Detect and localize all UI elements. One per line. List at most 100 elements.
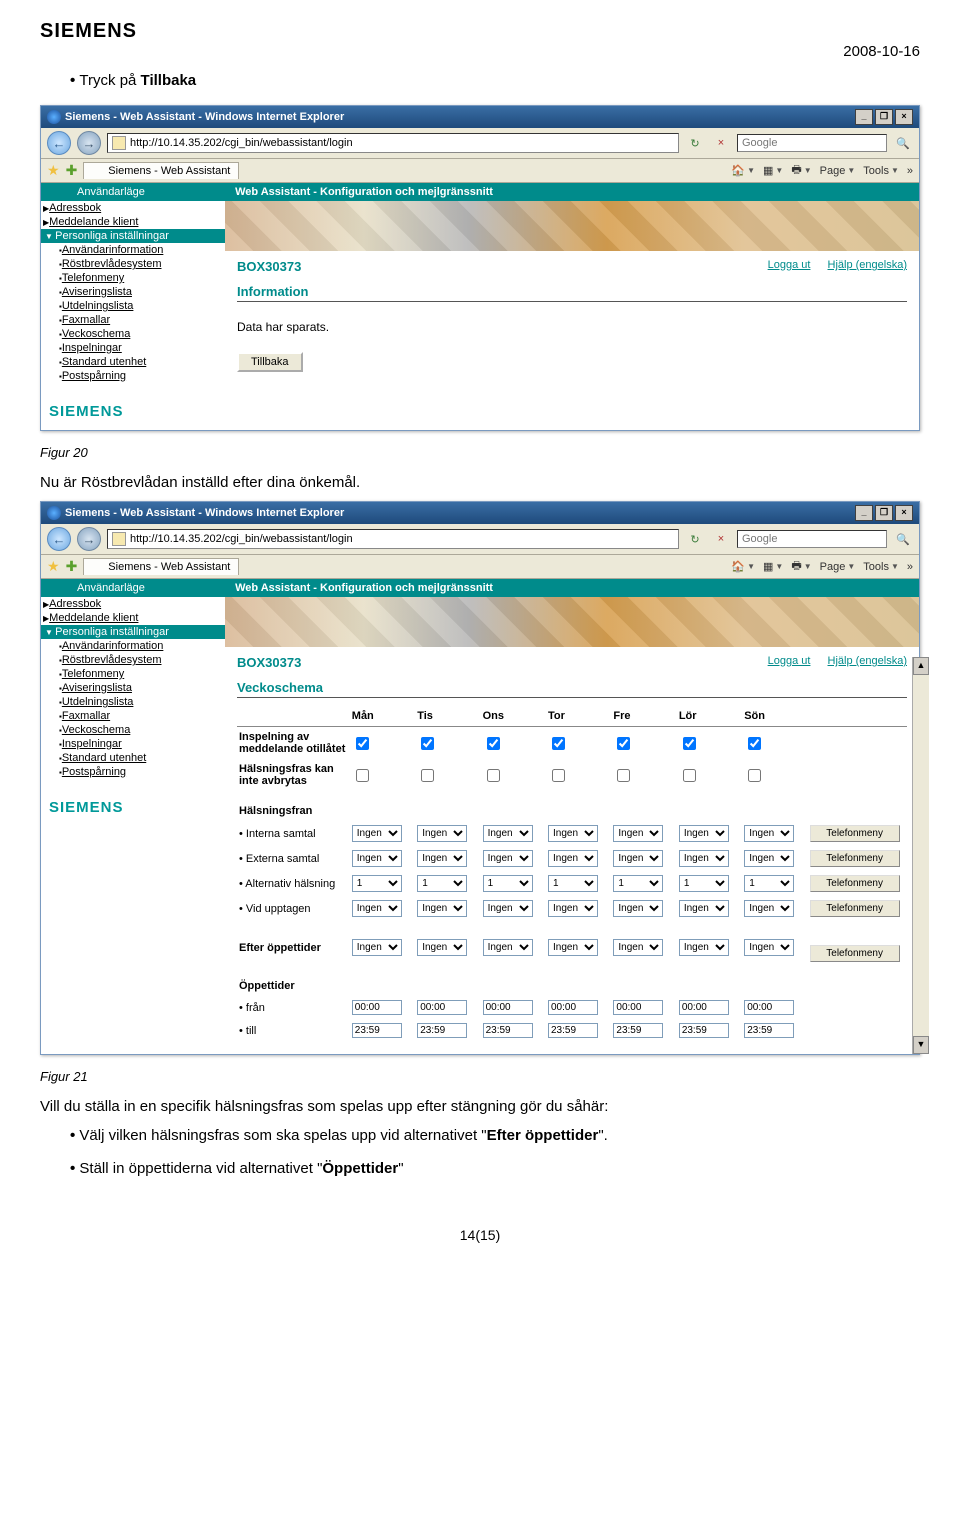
sidebar-sub[interactable]: Röstbrevlådesystem (43, 257, 225, 271)
select-greeting[interactable]: Ingen (548, 850, 598, 867)
back-icon[interactable]: ← (47, 527, 71, 551)
select-greeting[interactable]: Ingen (744, 850, 794, 867)
print-icon[interactable]: 🖶▼ (791, 557, 811, 576)
select-greeting[interactable]: Ingen (483, 825, 533, 842)
add-favorites-icon[interactable]: ✚ (66, 558, 78, 575)
sidebar-sub[interactable]: Användarinformation (43, 639, 225, 653)
sidebar-item-meddelande[interactable]: Meddelande klient (43, 611, 225, 625)
forward-icon[interactable]: → (77, 131, 101, 155)
time-input[interactable] (679, 1023, 729, 1038)
time-input[interactable] (613, 1023, 663, 1038)
select-greeting[interactable]: Ingen (417, 900, 467, 917)
sidebar-item-meddelande[interactable]: Meddelande klient (43, 215, 225, 229)
favorites-icon[interactable]: ★ (47, 162, 60, 179)
refresh-icon[interactable]: ↻ (685, 529, 705, 549)
select-greeting[interactable]: Ingen (352, 850, 402, 867)
chevron-right-icon[interactable]: » (907, 165, 913, 177)
search-input[interactable]: Google (737, 530, 887, 548)
checkbox[interactable] (748, 737, 761, 750)
select-greeting[interactable]: Ingen (352, 900, 402, 917)
checkbox[interactable] (421, 737, 434, 750)
close-button[interactable]: × (895, 109, 913, 125)
stop-icon[interactable]: × (711, 529, 731, 549)
favorites-icon[interactable]: ★ (47, 558, 60, 575)
select-greeting[interactable]: Ingen (679, 850, 729, 867)
select-greeting[interactable]: Ingen (548, 825, 598, 842)
add-favorites-icon[interactable]: ✚ (66, 162, 78, 179)
select-greeting[interactable]: 1 (352, 875, 402, 892)
search-go-icon[interactable]: 🔍 (893, 133, 913, 153)
select-greeting[interactable]: Ingen (548, 900, 598, 917)
select-greeting[interactable]: Ingen (679, 900, 729, 917)
select-greeting[interactable]: 1 (744, 875, 794, 892)
select-greeting[interactable]: Ingen (417, 850, 467, 867)
back-button[interactable]: Tillbaka (237, 352, 303, 372)
page-menu[interactable]: Page ▼ (820, 561, 856, 573)
sidebar-sub[interactable]: Telefonmeny (43, 667, 225, 681)
sidebar-item-personliga[interactable]: Personliga inställningar (41, 229, 225, 243)
sidebar-sub[interactable]: Inspelningar (43, 341, 225, 355)
sidebar-sub[interactable]: Veckoschema (43, 723, 225, 737)
sidebar-sub[interactable]: Röstbrevlådesystem (43, 653, 225, 667)
sidebar-sub[interactable]: Aviseringslista (43, 681, 225, 695)
select-greeting[interactable]: 1 (679, 875, 729, 892)
minimize-button[interactable]: _ (855, 505, 873, 521)
select-greeting[interactable]: Ingen (352, 939, 402, 956)
select-greeting[interactable]: 1 (613, 875, 663, 892)
tools-menu[interactable]: Tools ▼ (863, 561, 899, 573)
time-input[interactable] (548, 1000, 598, 1015)
sidebar-sub[interactable]: Postspårning (43, 765, 225, 779)
minimize-button[interactable]: _ (855, 109, 873, 125)
time-input[interactable] (548, 1023, 598, 1038)
url-input[interactable]: http://10.14.35.202/cgi_bin/webassistant… (107, 529, 679, 549)
sidebar-sub[interactable]: Aviseringslista (43, 285, 225, 299)
tools-menu[interactable]: Tools ▼ (863, 165, 899, 177)
select-greeting[interactable]: Ingen (744, 900, 794, 917)
select-greeting[interactable]: Ingen (613, 850, 663, 867)
phone-menu-button[interactable]: Telefonmeny (810, 945, 900, 962)
close-button[interactable]: × (895, 505, 913, 521)
page-menu[interactable]: Page ▼ (820, 165, 856, 177)
forward-icon[interactable]: → (77, 527, 101, 551)
select-greeting[interactable]: 1 (483, 875, 533, 892)
logout-link[interactable]: Logga ut (768, 259, 811, 271)
select-greeting[interactable]: Ingen (679, 825, 729, 842)
time-input[interactable] (613, 1000, 663, 1015)
sidebar-sub[interactable]: Veckoschema (43, 327, 225, 341)
sidebar-sub[interactable]: Utdelningslista (43, 695, 225, 709)
checkbox[interactable] (552, 737, 565, 750)
restore-button[interactable]: ❐ (875, 505, 893, 521)
select-greeting[interactable]: Ingen (483, 939, 533, 956)
time-input[interactable] (417, 1000, 467, 1015)
select-greeting[interactable]: Ingen (613, 825, 663, 842)
select-greeting[interactable]: 1 (417, 875, 467, 892)
sidebar-item-adressbok[interactable]: Adressbok (43, 201, 225, 215)
checkbox[interactable] (421, 769, 434, 782)
select-greeting[interactable]: Ingen (417, 825, 467, 842)
select-greeting[interactable]: Ingen (679, 939, 729, 956)
checkbox[interactable] (356, 769, 369, 782)
select-greeting[interactable]: Ingen (483, 850, 533, 867)
sidebar-sub[interactable]: Telefonmeny (43, 271, 225, 285)
select-greeting[interactable]: Ingen (744, 825, 794, 842)
search-go-icon[interactable]: 🔍 (893, 529, 913, 549)
checkbox[interactable] (748, 769, 761, 782)
checkbox[interactable] (487, 737, 500, 750)
select-greeting[interactable]: Ingen (613, 900, 663, 917)
sidebar-sub[interactable]: Utdelningslista (43, 299, 225, 313)
sidebar-sub[interactable]: Faxmallar (43, 313, 225, 327)
help-link[interactable]: Hjälp (engelska) (828, 655, 907, 667)
logout-link[interactable]: Logga ut (768, 655, 811, 667)
time-input[interactable] (417, 1023, 467, 1038)
select-greeting[interactable]: Ingen (352, 825, 402, 842)
feeds-icon[interactable]: ▦▼ (763, 164, 783, 177)
time-input[interactable] (352, 1000, 402, 1015)
scroll-up-icon[interactable]: ▲ (913, 657, 929, 675)
print-icon[interactable]: 🖶▼ (791, 161, 811, 180)
sidebar-sub[interactable]: Standard utenhet (43, 751, 225, 765)
refresh-icon[interactable]: ↻ (685, 133, 705, 153)
time-input[interactable] (744, 1023, 794, 1038)
checkbox[interactable] (617, 769, 630, 782)
checkbox[interactable] (617, 737, 630, 750)
restore-button[interactable]: ❐ (875, 109, 893, 125)
